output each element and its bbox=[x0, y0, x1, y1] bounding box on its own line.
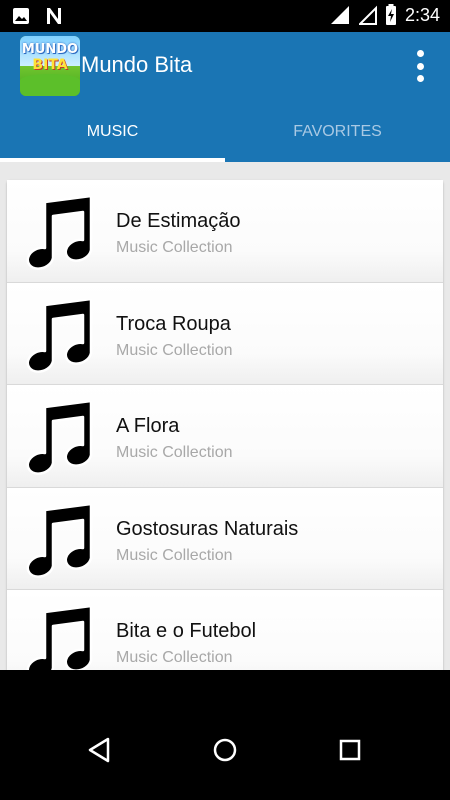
wifi-off-icon bbox=[358, 5, 377, 25]
list-item[interactable]: Troca Roupa Music Collection bbox=[7, 282, 443, 385]
app-logo: MUNDO BITA bbox=[20, 36, 80, 96]
system-icons: 2:34 bbox=[329, 4, 440, 26]
song-title: Bita e o Futebol bbox=[116, 620, 257, 642]
overflow-menu-icon[interactable] bbox=[408, 46, 432, 86]
song-title: Gostosuras Naturais bbox=[116, 517, 299, 540]
tab-music-label: MUSIC bbox=[86, 123, 139, 140]
song-subtitle: Music Collection bbox=[116, 649, 233, 666]
notification-icons bbox=[12, 6, 64, 26]
n-notification-icon bbox=[47, 8, 61, 24]
music-list-container[interactable]: De Estimação Music Collection Troca Roup… bbox=[0, 162, 450, 670]
status-time: 2:34 bbox=[404, 4, 440, 25]
logo-text-bottom: BITA bbox=[32, 57, 68, 73]
list-item[interactable]: Gostosuras Naturais Music Collection bbox=[7, 487, 443, 590]
song-subtitle: Music Collection bbox=[116, 239, 233, 256]
song-title: De Estimação bbox=[116, 210, 241, 232]
song-subtitle: Music Collection bbox=[116, 341, 233, 359]
photo-notification-icon bbox=[13, 8, 29, 24]
music-note-icon bbox=[26, 196, 93, 270]
song-title: Troca Roupa bbox=[116, 312, 231, 335]
music-note-icon bbox=[26, 298, 93, 373]
song-title: A Flora bbox=[116, 415, 180, 437]
logo-text-top: MUNDO bbox=[21, 42, 79, 57]
status-bar: 2:34 bbox=[0, 0, 450, 32]
app-title: Mundo Bita bbox=[81, 52, 193, 77]
music-note-icon bbox=[26, 503, 93, 578]
tab-favorites-label: FAVORITES bbox=[293, 123, 382, 140]
navigation-bar bbox=[0, 670, 450, 800]
battery-charging-icon bbox=[385, 4, 396, 25]
app-bar: MUNDO BITA Mundo Bita MUSIC FAVORITES bbox=[0, 32, 450, 162]
list-item[interactable]: Bita e o Futebol Music Collection bbox=[7, 590, 443, 670]
list-item[interactable]: De Estimação Music Collection bbox=[7, 180, 443, 283]
music-note-icon bbox=[26, 606, 93, 670]
lte-signal-icon bbox=[330, 6, 349, 24]
song-subtitle: Music Collection bbox=[116, 546, 233, 564]
recents-square-icon[interactable] bbox=[330, 730, 370, 770]
tab-music[interactable]: MUSIC bbox=[0, 112, 225, 162]
list-item[interactable]: A Flora Music Collection bbox=[7, 385, 443, 488]
tab-favorites[interactable]: FAVORITES bbox=[225, 112, 450, 162]
home-circle-icon[interactable] bbox=[205, 730, 245, 770]
back-triangle-icon[interactable] bbox=[80, 730, 120, 770]
music-list: De Estimação Music Collection Troca Roup… bbox=[7, 180, 443, 670]
song-subtitle: Music Collection bbox=[116, 444, 233, 461]
music-note-icon bbox=[26, 401, 93, 475]
